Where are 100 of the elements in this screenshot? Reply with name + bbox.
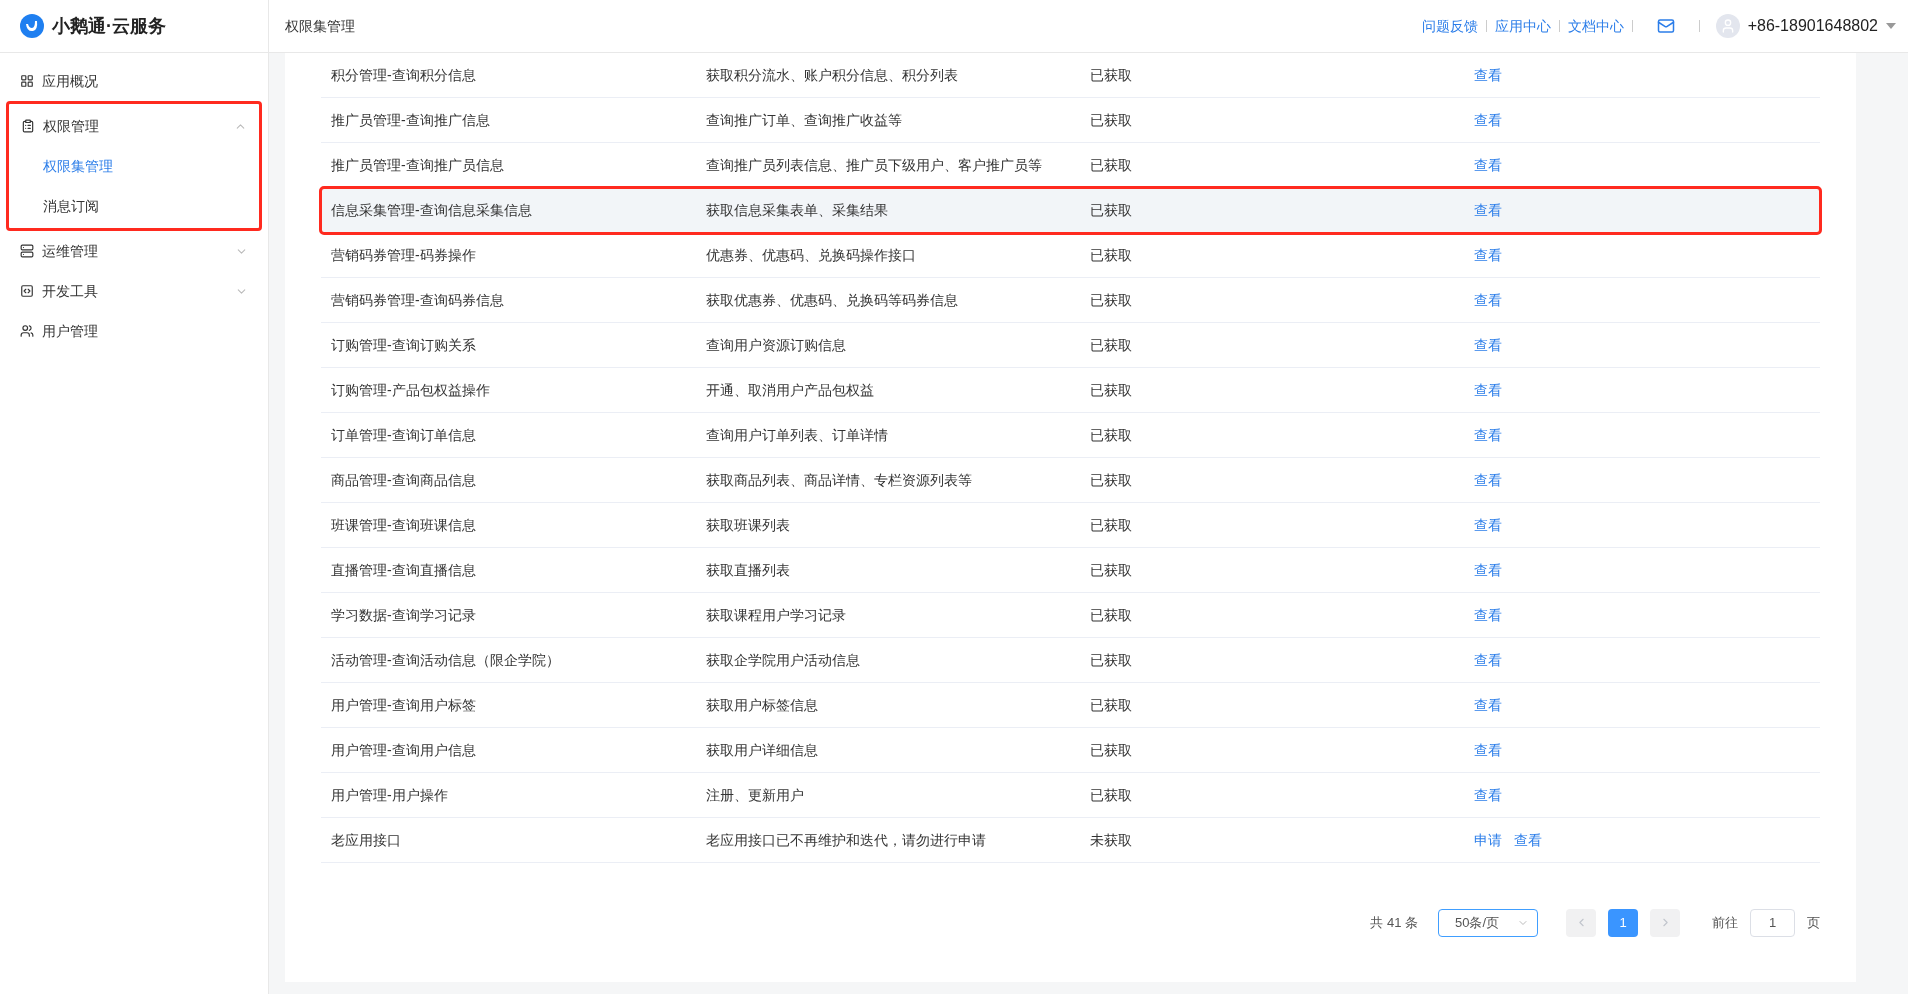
table-cell-text: 用户管理-用户操作 — [330, 785, 449, 805]
table-cell-text: 已获取 — [1090, 515, 1133, 535]
caret-down-icon[interactable] — [1886, 23, 1896, 29]
table-cell-text: 已获取 — [1090, 155, 1133, 175]
action-link[interactable]: 查看 — [1474, 244, 1502, 266]
user-phone[interactable]: +86-18901648802 — [1747, 14, 1878, 38]
next-page-button[interactable] — [1650, 908, 1680, 937]
table-cell-text: 查询用户订单列表、订单详情 — [706, 425, 889, 445]
action-link[interactable]: 查看 — [1474, 559, 1502, 581]
goto-suffix: 页 — [1807, 913, 1820, 932]
users-icon — [20, 324, 34, 338]
page-button[interactable]: 1 — [1608, 908, 1638, 937]
sidebar-subitem[interactable]: 消息订阅 — [9, 186, 259, 226]
table-cell-text: 信息采集管理-查询信息采集信息 — [330, 200, 533, 220]
table-cell-text: 营销码券管理-查询码券信息 — [330, 290, 505, 310]
action-link[interactable]: 查看 — [1474, 739, 1502, 761]
grid-icon — [20, 74, 34, 88]
table-cell-text: 注册、更新用户 — [706, 785, 805, 805]
header-link[interactable]: 文档中心 — [1567, 15, 1624, 37]
table-cell-text: 已获取 — [1090, 290, 1133, 310]
sidebar-item[interactable]: 应用概况 — [0, 61, 268, 101]
table-cell-text: 已获取 — [1090, 605, 1133, 625]
goto-page-field[interactable]: 1 — [1750, 908, 1795, 937]
action-link[interactable]: 申请 — [1474, 829, 1502, 851]
table-cell-text: 获取优惠券、优惠码、兑换码等码券信息 — [706, 290, 959, 310]
action-link[interactable]: 查看 — [1514, 829, 1542, 851]
action-link[interactable]: 查看 — [1474, 469, 1502, 491]
table-cell-text: 已获取 — [1090, 200, 1133, 220]
table-cell-text: 获取用户详细信息 — [706, 740, 819, 760]
table-cell-text: 营销码券管理-码券操作 — [330, 245, 477, 265]
table-cell-text: 推广员管理-查询推广信息 — [330, 110, 491, 130]
code-icon — [20, 284, 34, 298]
table-cell-text: 已获取 — [1090, 695, 1133, 715]
table-cell-text: 已获取 — [1090, 425, 1133, 445]
table-cell-text: 已获取 — [1090, 245, 1133, 265]
table-cell-text: 未获取 — [1090, 830, 1133, 850]
header-link[interactable]: 问题反馈 — [1421, 15, 1478, 37]
table-cell-text: 已获取 — [1090, 740, 1133, 760]
table-cell-text: 已获取 — [1090, 785, 1133, 805]
table-cell-text: 获取用户标签信息 — [706, 695, 819, 715]
action-link[interactable]: 查看 — [1474, 784, 1502, 806]
table-cell-text: 用户管理-查询用户标签 — [330, 695, 477, 715]
table-cell-text: 订购管理-查询订购关系 — [330, 335, 477, 355]
header-link[interactable]: 应用中心 — [1494, 15, 1551, 37]
page-title: 权限集管理 — [285, 16, 355, 36]
prev-page-button[interactable] — [1566, 908, 1596, 937]
table-cell-text: 已获取 — [1090, 335, 1133, 355]
sidebar-item[interactable]: 权限管理 — [9, 106, 259, 146]
table-cell-text: 老应用接口已不再维护和迭代，请勿进行申请 — [706, 830, 987, 850]
action-link[interactable]: 查看 — [1474, 154, 1502, 176]
table-cell-text: 班课管理-查询班课信息 — [330, 515, 477, 535]
action-link[interactable]: 查看 — [1474, 289, 1502, 311]
action-link[interactable]: 查看 — [1474, 334, 1502, 356]
sidebar-item[interactable]: 用户管理 — [0, 311, 268, 351]
table-cell-text: 已获取 — [1090, 470, 1133, 490]
action-link[interactable]: 查看 — [1474, 604, 1502, 626]
table-cell-text: 已获取 — [1090, 560, 1133, 580]
mail-icon[interactable] — [1656, 17, 1675, 35]
table-cell-text: 活动管理-查询活动信息（限企学院） — [330, 650, 561, 670]
action-link[interactable]: 查看 — [1474, 199, 1502, 221]
table-cell-text: 获取课程用户学习记录 — [706, 605, 847, 625]
table-cell-text: 获取商品列表、商品详情、专栏资源列表等 — [706, 470, 973, 490]
table-cell-text: 已获取 — [1090, 650, 1133, 670]
table-cell-text: 已获取 — [1090, 65, 1133, 85]
brand-name: 小鹅通·云服务 — [52, 14, 166, 38]
sidebar-item[interactable]: 开发工具 — [0, 271, 268, 311]
table-cell-text: 已获取 — [1090, 380, 1133, 400]
table-cell-text: 获取班课列表 — [706, 515, 791, 535]
table-cell-text: 获取积分流水、账户积分信息、积分列表 — [706, 65, 959, 85]
table-cell-text: 推广员管理-查询推广员信息 — [330, 155, 505, 175]
table-cell-text: 已获取 — [1090, 110, 1133, 130]
table-cell-text: 用户管理-查询用户信息 — [330, 740, 477, 760]
action-link[interactable]: 查看 — [1474, 514, 1502, 536]
logo-icon — [20, 14, 44, 38]
action-link[interactable]: 查看 — [1474, 424, 1502, 446]
table-cell-text: 学习数据-查询学习记录 — [330, 605, 477, 625]
action-link[interactable]: 查看 — [1474, 109, 1502, 131]
total-count: 共 41 条 — [1370, 913, 1418, 932]
action-link[interactable]: 查看 — [1474, 379, 1502, 401]
table-cell-text: 直播管理-查询直播信息 — [330, 560, 477, 580]
table-cell-text: 商品管理-查询商品信息 — [330, 470, 477, 490]
page-size-select[interactable]: 50条/页 — [1438, 908, 1538, 937]
action-link[interactable]: 查看 — [1474, 64, 1502, 86]
action-link[interactable]: 查看 — [1474, 694, 1502, 716]
goto-label: 前往 — [1712, 913, 1738, 932]
table-cell-text: 订单管理-查询订单信息 — [330, 425, 477, 445]
table-cell-text: 老应用接口 — [330, 830, 402, 850]
avatar[interactable] — [1715, 14, 1740, 38]
table-cell-text: 开通、取消用户产品包权益 — [706, 380, 875, 400]
action-link[interactable]: 查看 — [1474, 649, 1502, 671]
sidebar-subitem[interactable]: 权限集管理 — [9, 146, 259, 186]
table-cell-text: 积分管理-查询积分信息 — [330, 65, 477, 85]
table-cell-text: 查询用户资源订购信息 — [706, 335, 847, 355]
table-cell-text: 获取信息采集表单、采集结果 — [706, 200, 889, 220]
sidebar-item[interactable]: 运维管理 — [0, 231, 268, 271]
table-cell-text: 获取企学院用户活动信息 — [706, 650, 861, 670]
clipboard-icon — [21, 119, 35, 133]
table-cell-text: 获取直播列表 — [706, 560, 791, 580]
table-cell-text: 查询推广订单、查询推广收益等 — [706, 110, 903, 130]
server-icon — [20, 244, 34, 258]
